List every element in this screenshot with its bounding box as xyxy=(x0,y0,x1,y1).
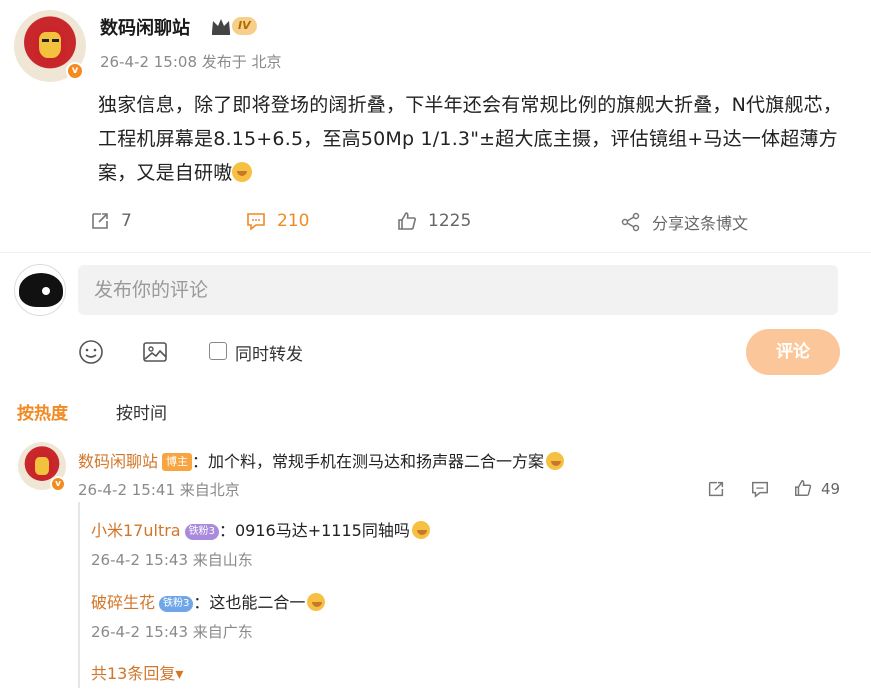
avatar-blob-shape xyxy=(19,273,63,307)
divider xyxy=(0,252,871,253)
tab-sort-time[interactable]: 按时间 xyxy=(116,399,167,424)
reply-author[interactable]: 破碎生花 xyxy=(91,593,155,612)
image-icon[interactable] xyxy=(142,339,168,365)
comment-text: ：加个料，常规手机在测马达和扬声器二合一方案 xyxy=(192,452,545,471)
reply-text: ：这也能二合一 xyxy=(193,593,306,612)
crown-icon xyxy=(212,19,230,35)
avatar-eye xyxy=(42,39,49,42)
like-icon xyxy=(398,212,416,230)
reply-line: 小米17ultra 铁粉3 ：0916马达+1115同轴吗 xyxy=(91,517,430,541)
verified-badge: v xyxy=(66,62,84,80)
comment-count: 210 xyxy=(277,211,310,231)
repost-icon[interactable] xyxy=(706,479,726,499)
comment-meta: 26-4-2 15:41 来自北京 xyxy=(78,481,240,499)
share-label: 分享这条博文 xyxy=(652,214,749,233)
avatar-face-shape xyxy=(35,457,49,475)
fan-tag: 铁粉3 xyxy=(184,524,219,540)
emoji-icon xyxy=(546,452,565,470)
emoji-icon xyxy=(307,593,326,611)
post-actions: 7 210 1225 分享这条博文 xyxy=(0,204,871,240)
view-more-replies-link[interactable]: 共13条回复▾ xyxy=(91,660,183,684)
comment-author[interactable]: 数码闲聊站 xyxy=(78,452,158,471)
comment-input[interactable]: 发布你的评论 xyxy=(78,265,838,315)
post-author-name[interactable]: 数码闲聊站 xyxy=(100,14,190,40)
avatar-face-shape xyxy=(39,32,61,58)
repost-count: 7 xyxy=(121,211,132,231)
repost-icon xyxy=(92,213,108,229)
tab-sort-hot[interactable]: 按热度 xyxy=(17,399,68,424)
comment-button[interactable]: 210 xyxy=(245,210,309,232)
comment-like-count: 49 xyxy=(821,480,841,498)
post-meta: 26-4-2 15:08 发布于 北京 xyxy=(100,53,282,71)
avatar-eye xyxy=(42,287,50,295)
share-button[interactable]: 分享这条博文 xyxy=(620,210,748,234)
comment-icon[interactable] xyxy=(750,479,770,499)
level-badge: IV xyxy=(232,17,257,35)
comment-icon xyxy=(247,213,265,231)
comment-line: 数码闲聊站 博主 ：加个料，常规手机在测马达和扬声器二合一方案 xyxy=(78,448,565,472)
submit-comment-button[interactable]: 评论 xyxy=(746,329,840,375)
fan-tag: 铁粉3 xyxy=(159,596,194,612)
like-icon[interactable] xyxy=(793,478,813,498)
repost-button[interactable]: 7 xyxy=(89,210,132,232)
post-body: 独家信息，除了即将登场的阔折叠，下半年还会有常规比例的旗舰大折叠，N代旗舰芯，工… xyxy=(98,94,843,184)
verified-badge: v xyxy=(50,476,66,492)
emoji-icon xyxy=(411,521,430,539)
my-avatar[interactable] xyxy=(14,264,66,316)
share-icon xyxy=(621,212,640,232)
repost-checkbox-label: 同时转发 xyxy=(235,345,303,365)
emoji-picker-icon[interactable] xyxy=(78,339,104,365)
like-count: 1225 xyxy=(428,211,472,231)
reply-thread-line xyxy=(78,502,80,688)
reply-text: ：0916马达+1115同轴吗 xyxy=(218,521,410,540)
repost-checkbox[interactable] xyxy=(209,342,227,360)
reply-author[interactable]: 小米17ultra xyxy=(91,521,181,540)
reply-meta: 26-4-2 15:43 来自山东 xyxy=(91,551,253,569)
emoji-icon xyxy=(232,162,253,182)
avatar-eye xyxy=(52,39,59,42)
post-text: 独家信息，除了即将登场的阔折叠，下半年还会有常规比例的旗舰大折叠，N代旗舰芯，工… xyxy=(98,88,850,190)
like-button[interactable]: 1225 xyxy=(396,210,471,232)
author-tag: 博主 xyxy=(162,453,193,471)
reply-line: 破碎生花 铁粉3 ：这也能二合一 xyxy=(91,589,326,613)
reply-meta: 26-4-2 15:43 来自广东 xyxy=(91,623,253,641)
